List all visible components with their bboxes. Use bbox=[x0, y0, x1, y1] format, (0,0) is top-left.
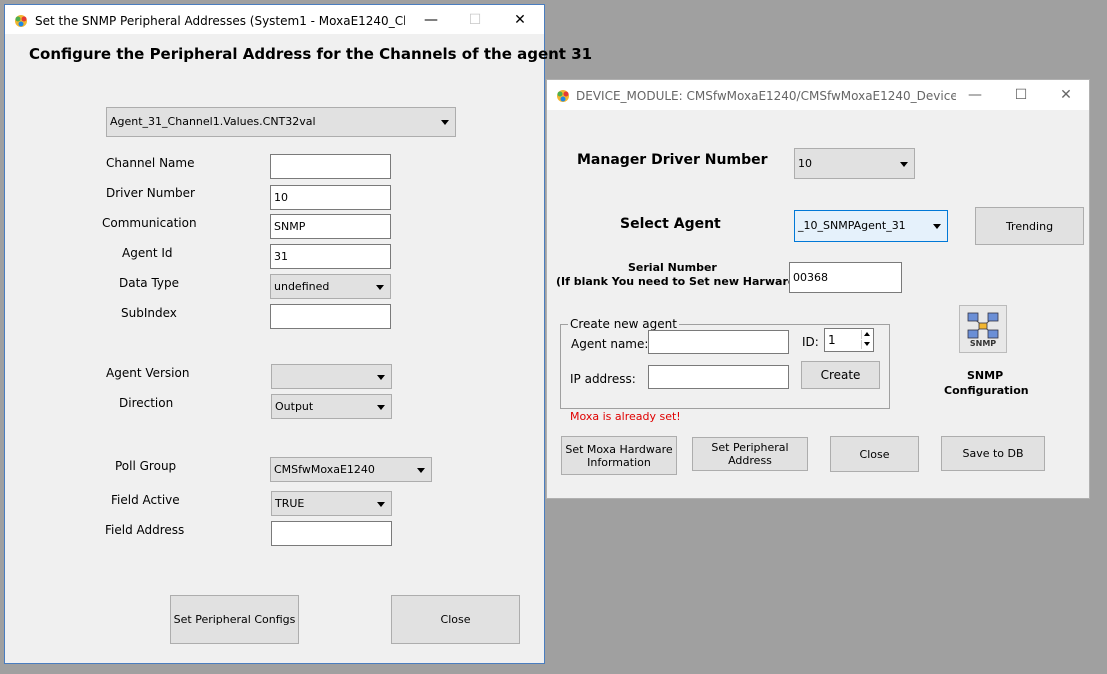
channel-select-value: Agent_31_Channel1.Values.CNT32val bbox=[110, 115, 316, 128]
ip-address-label: IP address: bbox=[570, 372, 636, 386]
serial-label-line2: (If blank You need to Set new Harware) bbox=[556, 275, 801, 288]
direction-label: Direction bbox=[119, 396, 174, 410]
set-moxa-line2: Information bbox=[587, 455, 651, 469]
status-message: Moxa is already set! bbox=[570, 410, 681, 423]
field-active-value: TRUE bbox=[275, 497, 305, 510]
field-address-label: Field Address bbox=[105, 523, 185, 537]
snmp-config-label-line1: SNMP bbox=[967, 369, 1004, 382]
snmp-icon-label: SNMP bbox=[969, 339, 997, 348]
page-title: Configure the Peripheral Address for the… bbox=[29, 45, 593, 63]
channel-select[interactable]: Agent_31_Channel1.Values.CNT32val bbox=[106, 107, 456, 137]
chevron-down-icon bbox=[441, 120, 449, 125]
chevron-down-icon bbox=[377, 501, 385, 507]
id-label: ID: bbox=[802, 335, 819, 349]
chevron-down-icon bbox=[377, 374, 385, 380]
chevron-down-icon bbox=[933, 224, 941, 229]
app-icon bbox=[557, 90, 569, 102]
peripheral-address-window: Set the SNMP Peripheral Addresses (Syste… bbox=[4, 4, 592, 664]
maximize-icon[interactable]: ☐ bbox=[1009, 84, 1033, 106]
close-icon[interactable]: ✕ bbox=[508, 9, 532, 31]
agent-version-label: Agent Version bbox=[106, 366, 190, 380]
data-type-select[interactable]: undefined bbox=[270, 274, 391, 299]
field-active-select[interactable]: TRUE bbox=[271, 491, 392, 516]
window-titlebar[interactable]: DEVICE_MODULE: CMSfwMoxaE1240/CMSfwMoxaE… bbox=[547, 80, 1089, 110]
agent-name-label: Agent name: bbox=[571, 337, 649, 351]
app-icon bbox=[15, 15, 27, 27]
channel-name-field[interactable] bbox=[270, 154, 391, 179]
save-to-db-button[interactable]: Save to DB bbox=[941, 436, 1045, 471]
agent-name-field[interactable] bbox=[648, 330, 789, 354]
driver-number-field[interactable]: 10 bbox=[270, 185, 391, 210]
set-moxa-line1: Set Moxa Hardware bbox=[565, 442, 673, 456]
snmp-config-label-line2: Configuration bbox=[944, 384, 1029, 397]
chevron-down-icon bbox=[377, 404, 385, 410]
maximize-icon[interactable]: ☐ bbox=[463, 9, 487, 31]
chevron-down-icon bbox=[417, 467, 425, 473]
data-type-label: Data Type bbox=[119, 276, 180, 290]
field-address-field[interactable] bbox=[271, 521, 392, 546]
channel-name-label: Channel Name bbox=[106, 156, 195, 170]
trending-button[interactable]: Trending bbox=[975, 207, 1084, 245]
minimize-icon[interactable]: — bbox=[419, 9, 443, 31]
direction-select[interactable]: Output bbox=[271, 394, 392, 419]
close-button[interactable]: Close bbox=[830, 436, 919, 472]
ip-address-field[interactable] bbox=[648, 365, 789, 389]
set-peripheral-address-button[interactable]: Set Peripheral Address bbox=[692, 437, 808, 471]
minimize-icon[interactable]: — bbox=[963, 84, 987, 106]
set-moxa-hardware-button[interactable]: Set Moxa Hardware Information bbox=[561, 436, 677, 475]
window-titlebar[interactable]: Set the SNMP Peripheral Addresses (Syste… bbox=[5, 5, 544, 34]
create-button[interactable]: Create bbox=[801, 361, 880, 389]
driver-number-label: Driver Number bbox=[106, 186, 195, 200]
agent-id-field[interactable]: 31 bbox=[270, 244, 391, 269]
data-type-value: undefined bbox=[274, 280, 330, 293]
poll-group-value: CMSfwMoxaE1240 bbox=[274, 463, 375, 476]
serial-number-field[interactable]: 00368 bbox=[789, 262, 902, 293]
stepper-down-icon[interactable] bbox=[861, 340, 872, 349]
direction-value: Output bbox=[275, 400, 314, 413]
id-value: 1 bbox=[828, 333, 836, 347]
close-button[interactable]: Close bbox=[391, 595, 520, 644]
select-agent-select[interactable]: _10_SNMPAgent_31 bbox=[794, 210, 948, 242]
field-active-label: Field Active bbox=[111, 493, 180, 507]
subindex-label: SubIndex bbox=[121, 306, 177, 320]
manager-driver-value: 10 bbox=[798, 157, 812, 170]
communication-label: Communication bbox=[102, 216, 197, 230]
set-peripheral-configs-button[interactable]: Set Peripheral Configs bbox=[170, 595, 299, 644]
manager-driver-select[interactable]: 10 bbox=[794, 148, 915, 179]
window-title: Set the SNMP Peripheral Addresses (Syste… bbox=[35, 14, 405, 28]
device-module-window: DEVICE_MODULE: CMSfwMoxaE1240/CMSfwMoxaE… bbox=[546, 79, 1090, 499]
chevron-down-icon bbox=[376, 284, 384, 290]
communication-field[interactable]: SNMP bbox=[270, 214, 391, 239]
snmp-config-icon[interactable]: SNMP bbox=[959, 305, 1007, 353]
subindex-field[interactable] bbox=[270, 304, 391, 329]
poll-group-select[interactable]: CMSfwMoxaE1240 bbox=[270, 457, 432, 482]
serial-label-line1: Serial Number bbox=[628, 261, 717, 274]
manager-driver-label: Manager Driver Number bbox=[577, 152, 768, 168]
poll-group-label: Poll Group bbox=[115, 459, 177, 473]
agent-version-select[interactable] bbox=[271, 364, 392, 389]
window-title: DEVICE_MODULE: CMSfwMoxaE1240/CMSfwMoxaE… bbox=[576, 89, 956, 103]
create-agent-legend: Create new agent bbox=[568, 317, 679, 331]
stepper-up-icon[interactable] bbox=[861, 330, 872, 339]
select-agent-label: Select Agent bbox=[620, 216, 721, 232]
select-agent-value: _10_SNMPAgent_31 bbox=[798, 219, 906, 232]
chevron-down-icon bbox=[900, 161, 908, 167]
close-icon[interactable]: ✕ bbox=[1054, 84, 1078, 106]
agent-id-label: Agent Id bbox=[122, 246, 173, 260]
